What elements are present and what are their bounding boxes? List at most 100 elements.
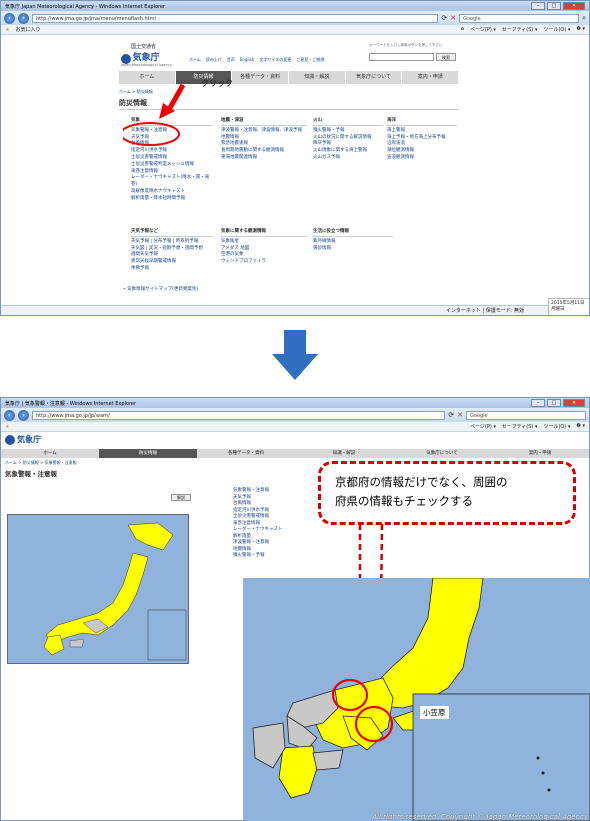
toolbar-help[interactable]: ❷ ▾ [576, 26, 585, 33]
minimize-button-2[interactable]: – [531, 399, 545, 407]
title-bar-2: 気象庁 | 気象警報・注意報 - Windows Internet Explor… [1, 398, 589, 408]
favorites-icon[interactable]: ★ [5, 27, 9, 33]
top-link-fontsize[interactable]: 文字サイズの変更 [259, 57, 291, 63]
section-observation: 気象に関する観測情報 気象衛星 アメダス 地図 空港の気象 ウィンドプロファイラ [221, 229, 307, 266]
top-links: ホーム 読み上げ 音声 English 文字サイズの変更 ご意見・ご感想 [189, 57, 324, 63]
menu2-about[interactable]: 気象庁について [393, 449, 491, 458]
toolbar-page-2[interactable]: ページ(P) ▾ [470, 423, 496, 430]
agency-en: Japan Meteorological Agency [121, 63, 172, 67]
side-links-2: 気象警報・注意報 天気予報 台風情報 指定河川洪水予報 土砂災害警戒情報 竜巻注… [233, 488, 313, 560]
link-landslide[interactable]: 土砂災害警戒情報 [131, 155, 213, 162]
link-hires-nowcast[interactable]: 高解像度降水ナウキャスト [131, 189, 213, 196]
close-button[interactable]: ✕ [563, 2, 585, 10]
status-zone: インターネット | 保護モード: 無効 [445, 308, 524, 314]
menu2-guide[interactable]: 案内・申請 [491, 449, 589, 458]
back-icon[interactable]: ‹ [4, 12, 15, 24]
home-icon[interactable]: ⌂ [461, 26, 464, 33]
stop-icon-2[interactable]: ✕ [457, 411, 463, 419]
menu2-data[interactable]: 各種データ・資料 [197, 449, 295, 458]
link-radar[interactable]: レーダー・ナウキャスト(降水・雷・竜巻) [131, 175, 213, 189]
nav-bar: ‹ › http://www.jma.go.jp/jma/menu/menufl… [1, 11, 589, 25]
sitemap-link[interactable]: » 気象情報サイトマップ(更新頻度別) [123, 287, 273, 294]
link-volcano-marine[interactable]: 火山現象に関する海上警報 [313, 148, 383, 155]
menu2-knowledge[interactable]: 知識・解説 [295, 449, 393, 458]
forward-icon-2[interactable]: › [18, 409, 29, 421]
title-bar: 気象庁 Japan Meteorological Agency - Window… [1, 1, 589, 11]
warning-map-small[interactable] [7, 514, 189, 664]
close-button-2[interactable]: ✕ [563, 399, 585, 407]
warning-map-zoomed[interactable]: 小笠原 All rights reserved. Copyright © Jap… [243, 578, 590, 821]
status-bar: インターネット | 保護モード: 無効 [1, 305, 589, 315]
section-volcano-title: 火山 [313, 118, 383, 126]
link-wave-obs[interactable]: 波浪観測情報 [387, 155, 457, 162]
address-bar-2[interactable]: http://www.jma.go.jp/jp/warn/ [32, 410, 446, 420]
top-link-home[interactable]: ホーム [189, 57, 201, 63]
section-volcano: 火山 噴火警報・予報 火山の状況に関する解説情報 降灰予報 火山現象に関する海上… [313, 118, 383, 162]
click-label: クリック [201, 79, 233, 88]
link-forecast-types[interactable]: 天気予報 | 分布予報 | 時系列予報 [131, 239, 213, 246]
link-satellite[interactable]: 気象衛星 [221, 239, 307, 246]
favorites-label[interactable]: お気に入り [15, 26, 40, 33]
search-input[interactable]: Google [459, 13, 580, 23]
link-marine-warning[interactable]: 海上警報 [387, 128, 457, 135]
link-wind-profiler[interactable]: ウィンドプロファイラ [221, 259, 307, 266]
down-arrow-icon [272, 330, 318, 380]
site-search-button[interactable]: 検索 [436, 53, 456, 61]
toolbar-safety[interactable]: セーフティ(S) ▾ [502, 26, 538, 33]
top-link-english[interactable]: English [240, 57, 254, 63]
back-icon-2[interactable]: ‹ [4, 409, 15, 421]
window-title: 気象庁 Japan Meteorological Agency - Window… [5, 3, 166, 10]
link-anomaly[interactable]: 異常天候早期警戒情報 [131, 259, 213, 266]
link-uv[interactable]: 紫外線情報 [313, 239, 393, 246]
toolbar-help-2[interactable]: ❷ ▾ [576, 423, 585, 430]
section-sea: 海洋 海上警報 海上予報・地方海上分布予報 沿岸波浪 潮位観測情報 波浪観測情報 [387, 118, 457, 162]
info-button[interactable]: 解説 [171, 494, 191, 501]
top-link-voice[interactable]: 音声 [227, 57, 235, 63]
refresh-icon-2[interactable]: ⟳ [448, 411, 454, 419]
top-link-opinion[interactable]: ご意見・ご感想 [296, 57, 324, 63]
maximize-button-2[interactable]: □ [547, 399, 561, 407]
link-tokai[interactable]: 東海地震関連情報 [221, 155, 307, 162]
toolbar-tools[interactable]: ツール(O) ▾ [543, 26, 570, 33]
jma-logo[interactable]: 気象庁 [121, 50, 160, 64]
menu2-disaster[interactable]: 防災情報 [99, 449, 197, 458]
nav-bar-2: ‹ › http://www.jma.go.jp/jp/warn/ ⟳ ✕ Go… [1, 408, 589, 422]
toolbar-safety-2[interactable]: セーフティ(S) ▾ [502, 423, 538, 430]
link-volcano-gas[interactable]: 火山ガス予報 [313, 155, 383, 162]
breadcrumb-2[interactable]: ホーム > 防災情報 > 気象警報・注意報 [5, 460, 77, 466]
search-input-2[interactable]: Google [466, 410, 586, 420]
section-life: 生活に役立つ情報 紫外線情報 黄砂情報 [313, 229, 393, 252]
menu2-home[interactable]: ホーム [1, 449, 99, 458]
link-eruption[interactable]: 噴火警報・予報 [313, 128, 383, 135]
section-forecast: 天気予報など 天気予報 | 分布予報 | 時系列予報 天気図 | 実況・短期予想… [131, 229, 213, 273]
maximize-button[interactable]: □ [547, 2, 561, 10]
section-sea-title: 海洋 [387, 118, 457, 126]
search-icon[interactable]: ⌕ [582, 14, 586, 23]
favorites-bar: ★ お気に入り ⌂ ページ(P) ▾ セーフティ(S) ▾ ツール(O) ▾ ❷… [1, 25, 589, 35]
link-kosa[interactable]: 黄砂情報 [313, 246, 393, 253]
menu-guide[interactable]: 案内・申請 [402, 71, 460, 84]
link-analysis-rain[interactable]: 解析雨量・降水短時間予報 [131, 196, 213, 203]
toolbar-tools-2[interactable]: ツール(O) ▾ [543, 423, 570, 430]
toolbar-page[interactable]: ページ(P) ▾ [470, 26, 496, 33]
agency-name-2: 気象庁 [17, 435, 41, 444]
menu-about[interactable]: 気象庁について [346, 71, 403, 84]
link-tide[interactable]: 潮位観測情報 [387, 148, 457, 155]
search-hint: キーワードを入力し検索ボタンを押して下さい [369, 43, 443, 47]
favorites-icon-2[interactable]: ★ [5, 424, 9, 430]
section-forecast-title: 天気予報など [131, 229, 213, 237]
menu-knowledge[interactable]: 知識・解説 [289, 71, 346, 84]
side-link-volcano[interactable]: 噴火警報・予報 [233, 553, 313, 560]
site-search-input[interactable] [369, 53, 434, 61]
forward-icon[interactable]: › [18, 12, 29, 24]
link-landslide-mesh[interactable]: 土砂災害警戒判定メッシュ情報 [131, 162, 213, 169]
top-link-read[interactable]: 読み上げ [206, 57, 222, 63]
link-seasonal[interactable]: 季節予報 [131, 266, 213, 273]
minimize-button[interactable]: – [531, 2, 545, 10]
refresh-icon[interactable]: ⟳ [441, 14, 447, 22]
favorites-bar-2: ★ ページ(P) ▾ セーフティ(S) ▾ ツール(O) ▾ ❷ ▾ [1, 422, 589, 432]
stop-icon[interactable]: ✕ [450, 14, 456, 22]
jma-logo-2[interactable]: 気象庁 [5, 434, 41, 445]
callout-note: 京都府の情報だけでなく、周囲の 府県の情報もチェックする [318, 461, 576, 525]
address-bar[interactable]: http://www.jma.go.jp/jma/menu/menuflash.… [32, 13, 439, 23]
